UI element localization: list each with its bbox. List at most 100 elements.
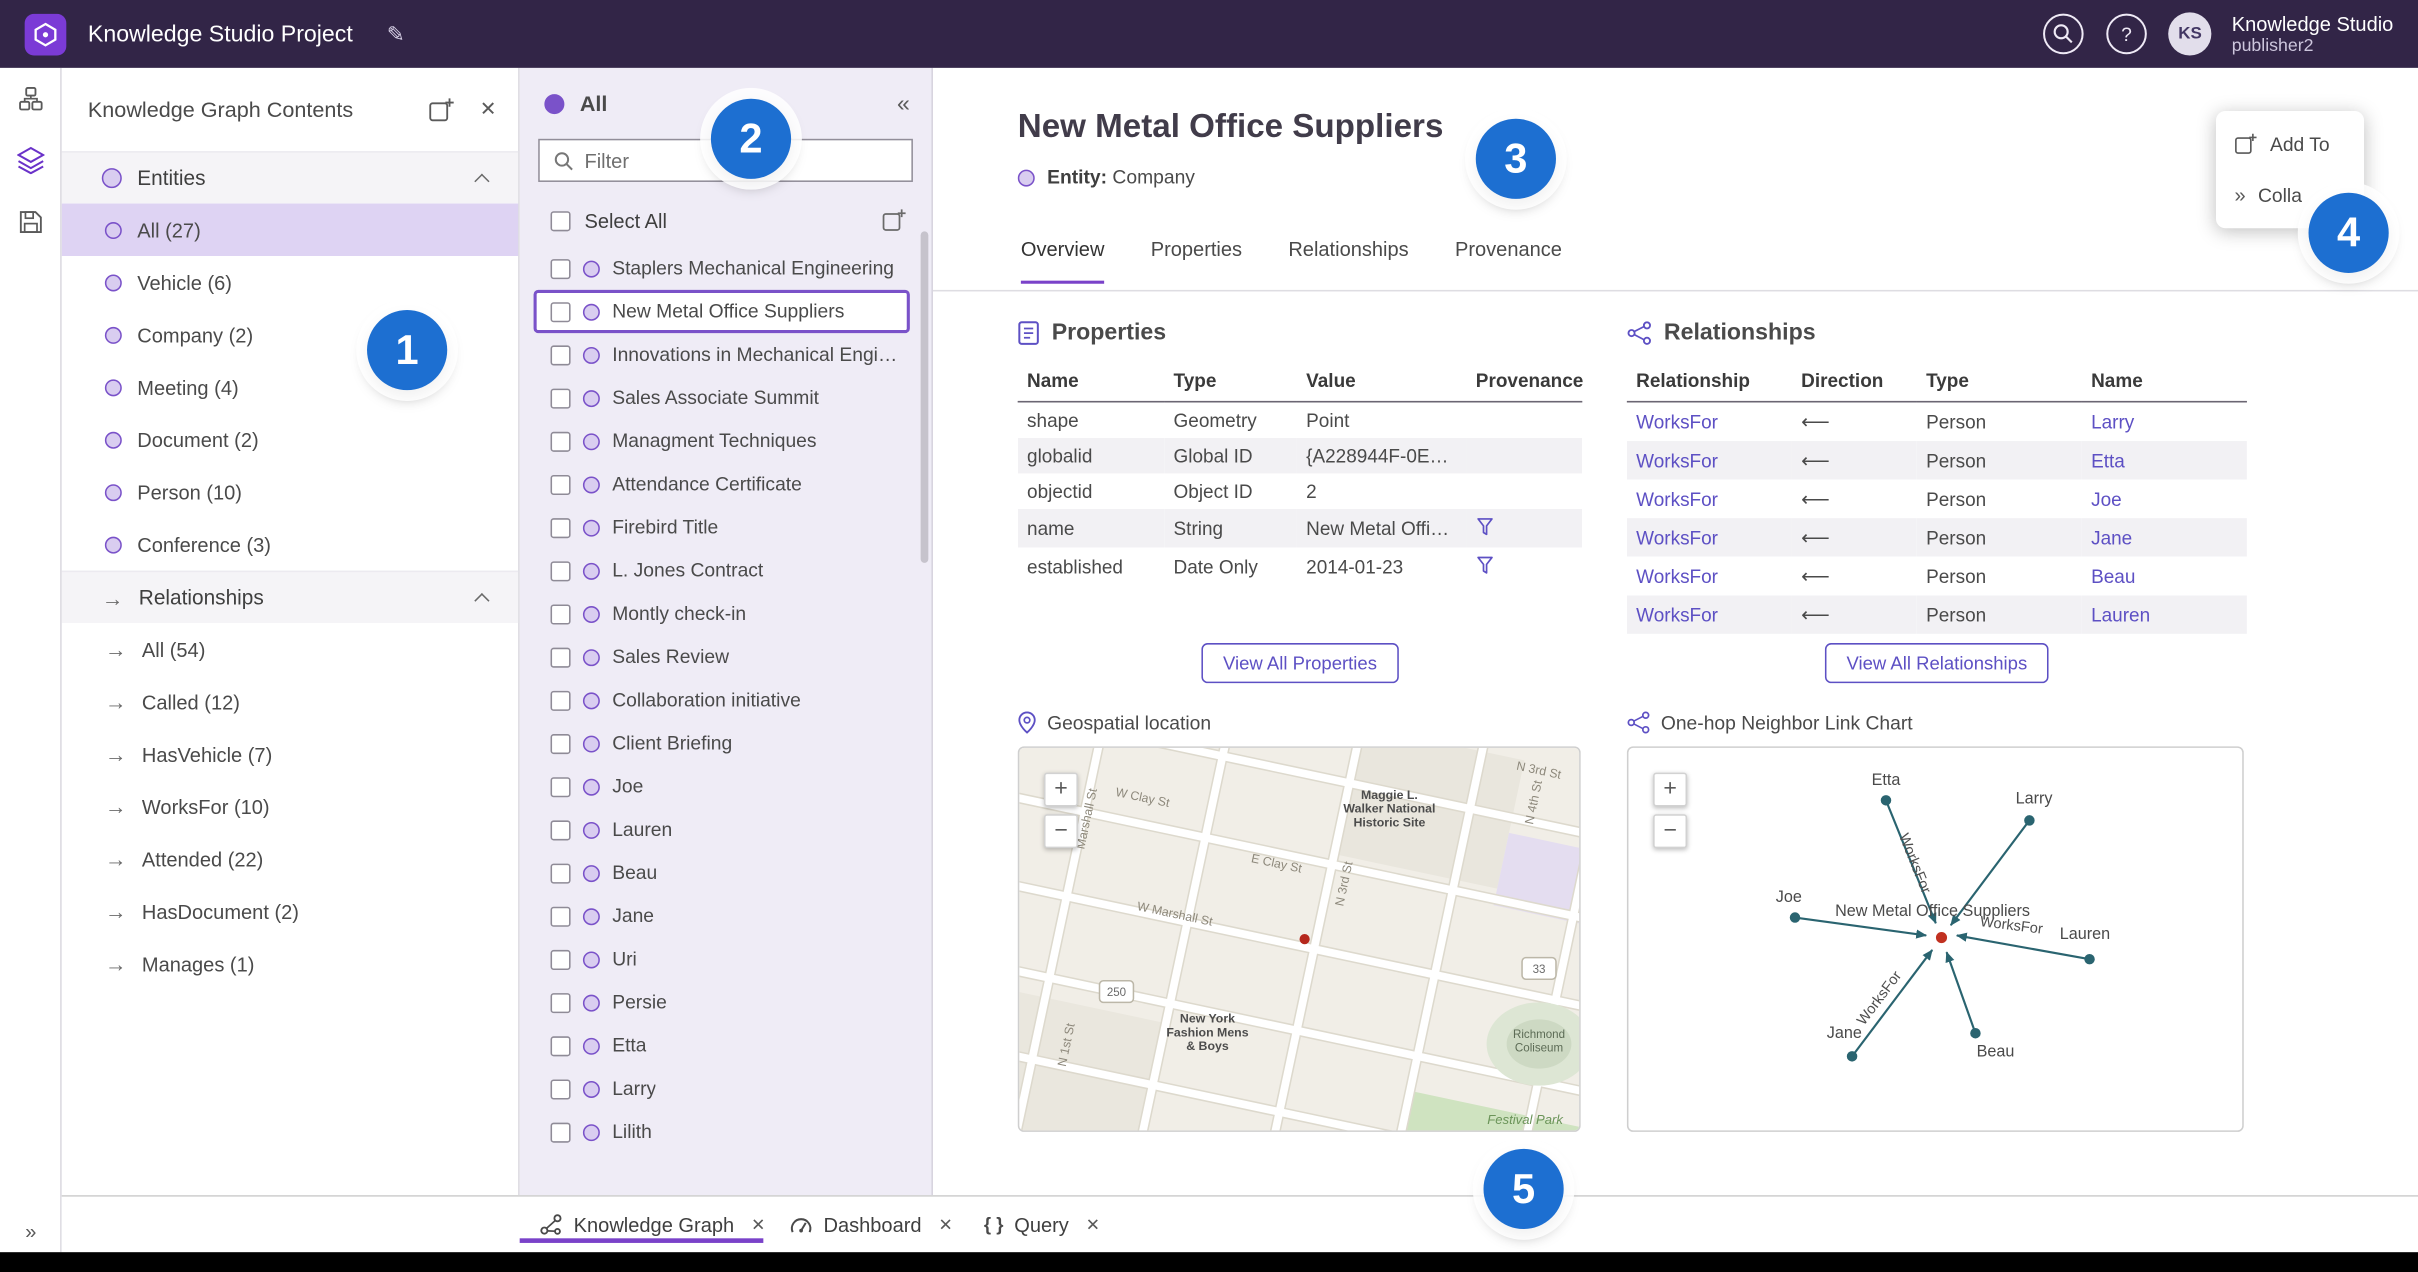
entity-filter-conference[interactable]: Conference (3) [62, 518, 518, 570]
add-layer-icon[interactable] [429, 96, 455, 122]
person-nodes[interactable] [1789, 795, 2095, 1062]
item-checkbox[interactable] [550, 819, 571, 840]
item-checkbox[interactable] [550, 862, 571, 883]
relationship-link[interactable]: WorksFor [1627, 518, 1792, 557]
list-item[interactable]: Attendance Certificate [534, 463, 910, 506]
zoom-out-button[interactable]: − [1653, 814, 1688, 849]
list-item[interactable]: Etta [534, 1024, 910, 1067]
hierarchy-icon[interactable] [0, 68, 62, 130]
close-tab-icon[interactable]: ✕ [751, 1214, 765, 1235]
relationship-link[interactable]: WorksFor [1627, 441, 1792, 480]
list-item[interactable]: Client Briefing [534, 722, 910, 765]
item-checkbox[interactable] [550, 431, 571, 452]
list-item[interactable]: Sales Associate Summit [534, 376, 910, 419]
list-item[interactable]: Managment Techniques [534, 419, 910, 462]
list-item[interactable]: Uri [534, 938, 910, 981]
tab-dashboard[interactable]: Dashboard ✕ [790, 1204, 953, 1244]
close-tab-icon[interactable]: ✕ [1086, 1214, 1100, 1235]
item-checkbox[interactable] [550, 733, 571, 754]
list-item[interactable]: Jane [534, 894, 910, 937]
list-item[interactable]: Lilith [534, 1110, 910, 1153]
entities-section-header[interactable]: Entities [61, 151, 519, 204]
list-item[interactable]: Collaboration initiative [534, 679, 910, 722]
tab-properties[interactable]: Properties [1151, 237, 1242, 283]
item-checkbox[interactable] [550, 474, 571, 495]
rel-filter-hasvehicle[interactable]: → HasVehicle (7) [62, 728, 518, 780]
item-checkbox[interactable] [550, 560, 571, 581]
rel-filter-worksfor[interactable]: → WorksFor (10) [62, 780, 518, 832]
save-icon[interactable] [0, 191, 62, 253]
entity-link[interactable]: Jane [2082, 518, 2247, 557]
entity-filter-vehicle[interactable]: Vehicle (6) [62, 256, 518, 308]
item-checkbox[interactable] [550, 905, 571, 927]
relationships-section-header[interactable]: → Relationships [61, 570, 519, 624]
collapse-panel-icon[interactable]: « [897, 90, 910, 116]
item-checkbox[interactable] [550, 387, 571, 408]
tab-overview[interactable]: Overview [1020, 237, 1105, 284]
select-all-checkbox[interactable] [550, 210, 571, 231]
center-node[interactable] [1935, 932, 1948, 944]
view-all-properties-button[interactable]: View All Properties [1201, 643, 1399, 684]
entity-link[interactable]: Lauren [2082, 595, 2247, 634]
entity-link[interactable]: Larry [2082, 402, 2247, 441]
list-item[interactable]: Larry [534, 1067, 910, 1110]
rel-filter-attended[interactable]: → Attended (22) [62, 833, 518, 885]
user-info[interactable]: Knowledge Studio publisher2 [2232, 12, 2394, 55]
add-to-button[interactable]: Add To [2216, 119, 2364, 170]
tab-provenance[interactable]: Provenance [1455, 237, 1562, 283]
tab-query[interactable]: { } Query ✕ [984, 1204, 1100, 1244]
relationship-link[interactable]: WorksFor [1627, 402, 1792, 441]
close-tab-icon[interactable]: ✕ [939, 1214, 953, 1235]
item-checkbox[interactable] [550, 992, 571, 1013]
entity-filter-document[interactable]: Document (2) [62, 413, 518, 465]
entity-filter-person[interactable]: Person (10) [62, 466, 518, 518]
list-item-selected[interactable]: New Metal Office Suppliers [533, 289, 910, 334]
item-checkbox[interactable] [550, 344, 571, 365]
list-item[interactable]: Montly check-in [534, 592, 910, 635]
link-chart-canvas[interactable]: Etta Larry Joe Lauren Jane Beau New Meta… [1628, 748, 2243, 1132]
user-avatar[interactable]: KS [2168, 12, 2212, 56]
entity-filter-meeting[interactable]: Meeting (4) [62, 361, 518, 413]
map-canvas[interactable]: W Clay St E Clay St W Marshall St Marsha… [1019, 747, 1580, 1132]
scrollbar[interactable] [920, 231, 929, 563]
item-checkbox[interactable] [550, 646, 571, 667]
zoom-in-button[interactable]: + [1653, 772, 1688, 807]
item-checkbox[interactable] [550, 776, 571, 797]
list-item[interactable]: Innovations in Mechanical Engin... [534, 333, 910, 376]
entity-filter-all[interactable]: All (27) [61, 203, 519, 256]
item-checkbox[interactable] [550, 258, 571, 279]
zoom-in-button[interactable]: + [1044, 772, 1078, 807]
relationship-link[interactable]: WorksFor [1627, 480, 1792, 519]
rel-filter-manages[interactable]: → Manages (1) [62, 938, 518, 990]
item-checkbox[interactable] [550, 949, 571, 970]
list-item[interactable]: Staplers Mechanical Engineering [534, 247, 910, 290]
list-item[interactable]: Beau [534, 851, 910, 894]
tab-relationships[interactable]: Relationships [1288, 237, 1408, 283]
rel-filter-all[interactable]: → All (54) [62, 623, 518, 675]
edit-title-icon[interactable]: ✎ [387, 21, 405, 47]
relationship-link[interactable]: WorksFor [1627, 557, 1792, 596]
entity-filter-company[interactable]: Company (2) [62, 308, 518, 360]
provenance-icon[interactable] [1476, 516, 1495, 536]
list-item[interactable]: Firebird Title [534, 506, 910, 549]
close-panel-icon[interactable]: ✕ [480, 97, 497, 122]
help-icon[interactable]: ? [2105, 12, 2148, 55]
item-checkbox[interactable] [550, 1035, 571, 1056]
item-checkbox[interactable] [550, 690, 571, 711]
list-item[interactable]: Lauren [534, 808, 910, 851]
expand-rail-icon[interactable]: » [0, 1220, 62, 1243]
rel-filter-hasdocument[interactable]: → HasDocument (2) [62, 885, 518, 937]
geospatial-map[interactable]: W Clay St E Clay St W Marshall St Marsha… [1017, 746, 1581, 1132]
list-item[interactable]: Persie [534, 981, 910, 1024]
entity-link[interactable]: Etta [2082, 441, 2247, 480]
entity-link[interactable]: Joe [2082, 480, 2247, 519]
item-checkbox[interactable] [550, 1121, 571, 1142]
list-item[interactable]: L. Jones Contract [534, 549, 910, 592]
provenance-icon[interactable] [1476, 554, 1495, 574]
layers-icon[interactable] [0, 130, 62, 192]
zoom-out-button[interactable]: − [1044, 814, 1078, 849]
link-chart[interactable]: Etta Larry Joe Lauren Jane Beau New Meta… [1626, 746, 2244, 1132]
item-checkbox[interactable] [550, 517, 571, 538]
add-selection-icon[interactable] [882, 208, 907, 233]
app-logo-icon[interactable] [24, 13, 67, 55]
